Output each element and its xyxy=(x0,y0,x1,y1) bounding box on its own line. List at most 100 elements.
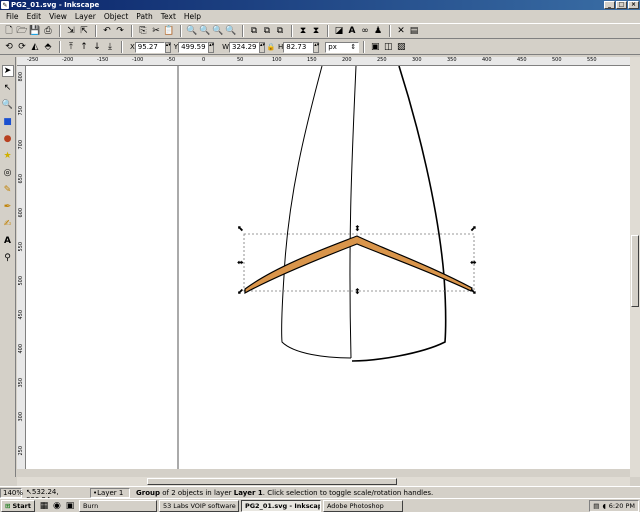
scale-handle-bottom-left[interactable]: ⬋ xyxy=(237,288,244,296)
close-button[interactable]: × xyxy=(628,1,639,9)
copy-icon[interactable]: ⎘ xyxy=(137,25,149,37)
undo-icon[interactable]: ↶ xyxy=(101,25,113,37)
text-font-icon[interactable]: A xyxy=(346,25,358,37)
unit-select[interactable]: px ⇕ xyxy=(325,41,360,53)
scale-handle-bottom[interactable]: ⬍ xyxy=(354,288,361,296)
task-photoshop[interactable]: Adobe Photoshop xyxy=(322,499,403,512)
duplicate-icon[interactable]: ⧉ xyxy=(248,25,260,37)
flip-horizontal-icon[interactable]: ◭ xyxy=(29,41,41,53)
pen-tool-icon[interactable]: ✒ xyxy=(2,201,14,213)
align-distribute-icon[interactable]: ♟ xyxy=(372,25,384,37)
lock-icon[interactable]: 🔒 xyxy=(265,41,277,53)
unlink-clone-icon[interactable]: ⧉ xyxy=(274,25,286,37)
menu-view[interactable]: View xyxy=(45,12,71,21)
scale-corners-icon[interactable]: ◫ xyxy=(382,41,394,53)
start-button[interactable]: ⊞ Start xyxy=(1,499,35,512)
zoom-tool-icon[interactable]: 🔍 xyxy=(2,99,14,111)
lower-icon[interactable]: ↓ xyxy=(91,41,103,53)
scale-handle-top-left[interactable]: ⬉ xyxy=(237,225,244,233)
transform-gradients-icon[interactable]: ▨ xyxy=(395,41,407,53)
save-icon[interactable]: 💾 xyxy=(29,25,41,37)
group-icon[interactable]: ⧗ xyxy=(297,25,309,37)
menu-object[interactable]: Object xyxy=(100,12,132,21)
zoom-drawing-icon[interactable]: 🔍 xyxy=(199,25,211,37)
scale-stroke-icon[interactable]: ▣ xyxy=(369,41,381,53)
menu-edit[interactable]: Edit xyxy=(23,12,46,21)
scale-handle-right[interactable]: ⬌ xyxy=(470,259,477,267)
dropper-tool-icon[interactable]: ⚲ xyxy=(2,252,14,264)
ellipse-tool-icon[interactable]: ● xyxy=(2,133,14,145)
zoom-page-icon[interactable]: 🔍 xyxy=(212,25,224,37)
xml-editor-icon[interactable]: ∞ xyxy=(359,25,371,37)
scale-handle-bottom-right[interactable]: ⬊ xyxy=(470,288,477,296)
task-voip[interactable]: 53 Labs VOIP software - ... xyxy=(158,499,239,512)
rectangle-tool-icon[interactable]: ■ xyxy=(2,116,14,128)
quicklaunch-desktop-icon[interactable]: ▦ xyxy=(38,500,50,512)
lower-to-bottom-icon[interactable]: ⤓ xyxy=(104,41,116,53)
x-spinner[interactable]: ▴▾ xyxy=(164,41,171,53)
menu-text[interactable]: Text xyxy=(157,12,180,21)
menu-help[interactable]: Help xyxy=(180,12,205,21)
document-properties-icon[interactable]: ▤ xyxy=(408,25,420,37)
x-field[interactable]: 95.27 xyxy=(134,41,165,53)
new-document-icon[interactable]: 🗋 xyxy=(3,25,15,37)
inkscape-window: ✎ PG2_01.svg - Inkscape _ □ × File Edit … xyxy=(0,0,640,512)
import-icon[interactable]: ⇲ xyxy=(65,25,77,37)
open-icon[interactable]: 🗁 xyxy=(16,25,28,37)
ungroup-icon[interactable]: ⧗ xyxy=(310,25,322,37)
layer-selector[interactable]: •Layer 1 xyxy=(90,487,130,498)
print-icon[interactable]: ⎙ xyxy=(42,25,54,37)
rotate-cw-icon[interactable]: ⟳ xyxy=(16,41,28,53)
menu-path[interactable]: Path xyxy=(132,12,156,21)
raise-to-top-icon[interactable]: ⤒ xyxy=(65,41,77,53)
calligraphy-tool-icon[interactable]: ✍ xyxy=(2,218,14,230)
quicklaunch-folder-icon[interactable]: ▣ xyxy=(64,500,76,512)
task-burn[interactable]: Burn xyxy=(78,499,157,512)
y-field[interactable]: 499.59 xyxy=(178,41,209,53)
zoom-field[interactable]: 140% xyxy=(0,487,23,498)
pencil-tool-icon[interactable]: ✎ xyxy=(2,184,14,196)
task-inkscape[interactable]: PG2_01.svg - Inkscape xyxy=(240,499,321,512)
ruler-h-label: 450 xyxy=(517,57,527,63)
horizontal-scroll-thumb[interactable] xyxy=(147,478,397,485)
scale-handle-top[interactable]: ⬍ xyxy=(354,225,361,233)
quicklaunch-explorer-icon[interactable]: ◉ xyxy=(51,500,63,512)
vertical-scroll-thumb[interactable] xyxy=(631,235,639,307)
scale-handle-left[interactable]: ⬌ xyxy=(237,259,244,267)
network-icon[interactable]: ▤ xyxy=(593,502,599,510)
zoom-width-icon[interactable]: 🔍 xyxy=(225,25,237,37)
rotate-ccw-icon[interactable]: ⟲ xyxy=(3,41,15,53)
text-tool-icon[interactable]: A xyxy=(2,235,14,247)
zoom-selection-icon[interactable]: 🔍 xyxy=(186,25,198,37)
fill-stroke-icon[interactable]: ◪ xyxy=(333,25,345,37)
maximize-button[interactable]: □ xyxy=(616,1,627,9)
ruler-h-label: -100 xyxy=(132,57,144,63)
selected-group-shape[interactable] xyxy=(244,235,473,295)
menu-bar: File Edit View Layer Object Path Text He… xyxy=(0,11,640,22)
flip-vertical-icon[interactable]: ⬘ xyxy=(42,41,54,53)
h-spinner[interactable]: ▴▾ xyxy=(313,41,319,53)
preferences-icon[interactable]: ✕ xyxy=(395,25,407,37)
vertical-scrollbar[interactable] xyxy=(630,57,640,477)
redo-icon[interactable]: ↷ xyxy=(114,25,126,37)
menu-layer[interactable]: Layer xyxy=(71,12,100,21)
node-tool-icon[interactable]: ↖ xyxy=(2,82,14,94)
raise-icon[interactable]: ↑ xyxy=(78,41,90,53)
horizontal-scrollbar[interactable] xyxy=(17,477,630,486)
minimize-button[interactable]: _ xyxy=(604,1,615,9)
w-field[interactable]: 324.29 xyxy=(229,41,259,53)
selector-tool-icon[interactable]: ➤ xyxy=(1,65,14,77)
y-spinner[interactable]: ▴▾ xyxy=(208,41,214,53)
paste-icon[interactable]: 📋 xyxy=(163,25,175,37)
cut-icon[interactable]: ✂ xyxy=(150,25,162,37)
star-tool-icon[interactable]: ★ xyxy=(2,150,14,162)
scale-handle-top-right[interactable]: ⬈ xyxy=(470,225,477,233)
clone-icon[interactable]: ⧉ xyxy=(261,25,273,37)
export-icon[interactable]: ⇱ xyxy=(78,25,90,37)
h-field[interactable]: 82.73 xyxy=(283,41,314,53)
menu-file[interactable]: File xyxy=(2,12,23,21)
volume-icon[interactable]: ◖ xyxy=(602,502,605,510)
drawing-canvas[interactable]: ⬉ ⬍ ⬈ ⬌ ⬌ ⬋ ⬍ ⬊ xyxy=(26,66,630,469)
hull-right-line xyxy=(351,66,447,362)
spiral-tool-icon[interactable]: ◎ xyxy=(2,167,14,179)
